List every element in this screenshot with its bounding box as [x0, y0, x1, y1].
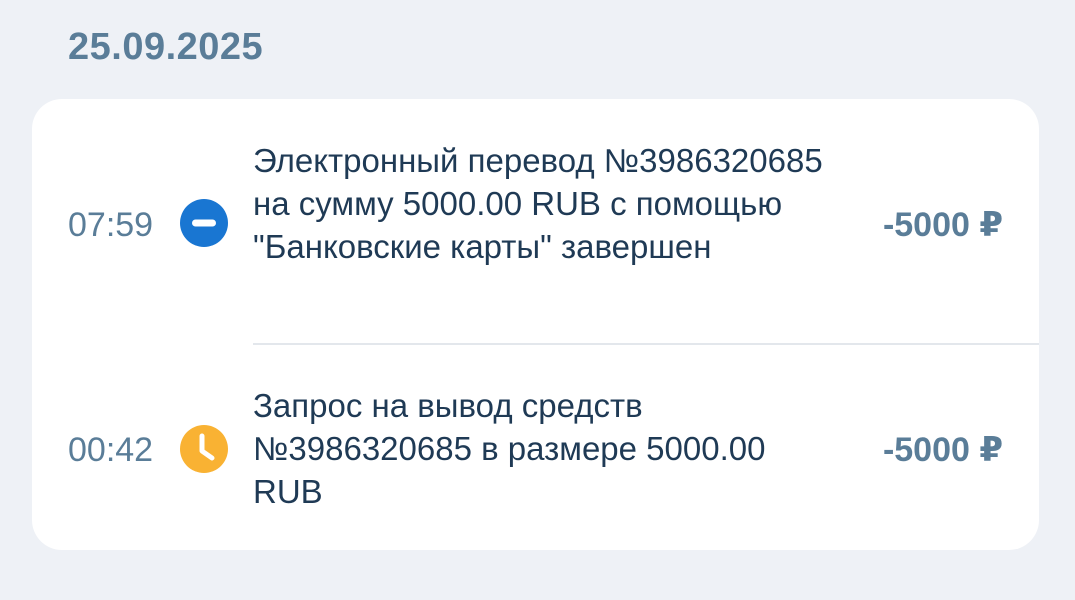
transaction-row[interactable]: 07:59 Электронный перевод №3986320685 на…: [32, 99, 1039, 344]
transaction-time: 00:42: [68, 431, 154, 469]
minus-circle-icon: [180, 199, 228, 247]
row-divider: [253, 343, 1039, 345]
transaction-description: Запрос на вывод средств №3986320685 в ра…: [253, 387, 766, 510]
transaction-amount: -5000 ₽: [882, 431, 1003, 469]
clock-icon: [180, 425, 228, 473]
transaction-amount: -5000 ₽: [882, 206, 1003, 244]
transaction-description: Электронный перевод №3986320685 на сумму…: [253, 142, 823, 265]
transaction-time: 07:59: [68, 206, 154, 244]
transaction-row[interactable]: 00:42 Запрос на вывод средств №398632068…: [32, 346, 1039, 550]
transactions-card: 07:59 Электронный перевод №3986320685 на…: [32, 99, 1039, 550]
date-header: 25.09.2025: [68, 26, 264, 68]
